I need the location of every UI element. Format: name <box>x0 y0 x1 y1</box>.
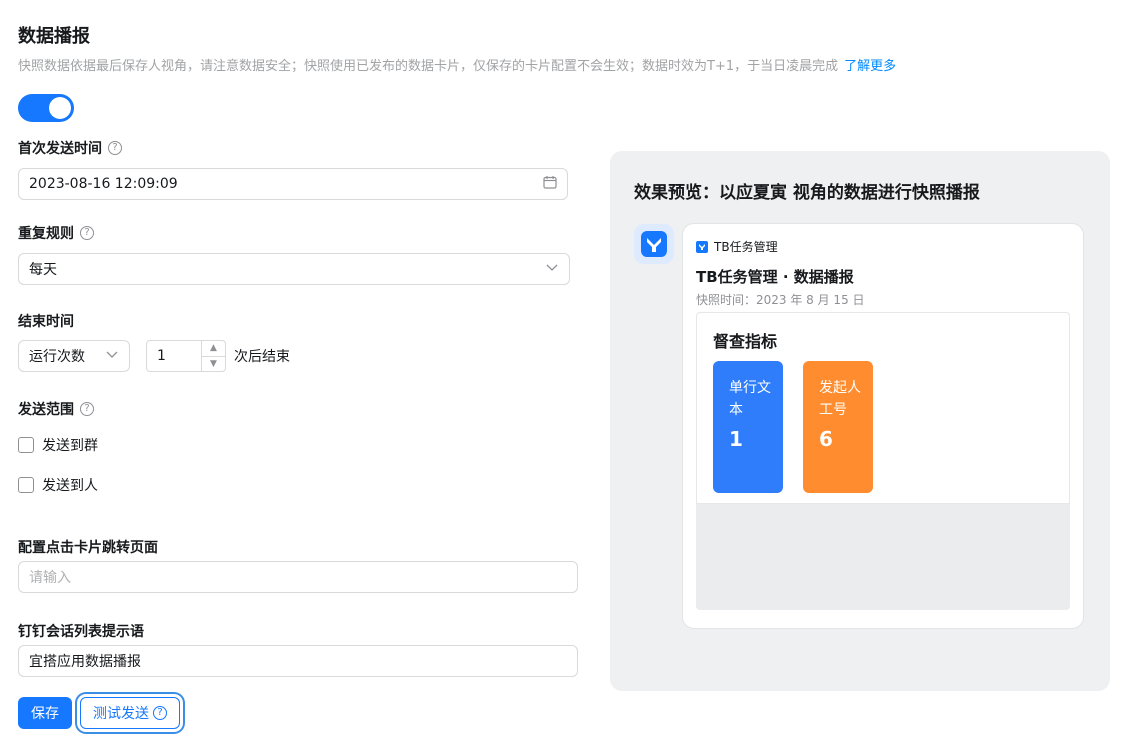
first-send-datetime-input[interactable]: 2023-08-16 12:09:09 <box>18 168 568 200</box>
learn-more-link[interactable]: 了解更多 <box>844 59 896 74</box>
app-mini-icon <box>696 240 708 253</box>
end-suffix: 次后结束 <box>234 349 290 365</box>
page-description: 快照数据依据最后保存人视角，请注意数据安全；快照使用已发布的数据卡片，仅保存的卡… <box>18 55 896 74</box>
end-label-text: 结束时间 <box>18 314 74 330</box>
hint-input[interactable]: 宜搭应用数据播报 <box>18 645 578 677</box>
help-icon[interactable]: ? <box>80 402 94 416</box>
increment-icon[interactable]: ▲ <box>202 341 225 357</box>
scope-label-text: 发送范围 <box>18 402 74 418</box>
repeat-label: 重复规则 ? <box>18 223 94 243</box>
test-send-button[interactable]: 测试发送 ? <box>80 697 180 729</box>
jump-label: 配置点击卡片跳转页面 <box>18 537 158 557</box>
metric-value: 6 <box>819 427 833 451</box>
jump-url-placeholder: 请输入 <box>29 570 71 586</box>
metric-label: 发起人工号 <box>819 380 861 418</box>
decrement-icon[interactable]: ▼ <box>202 357 225 372</box>
app-name: TB任务管理 <box>714 240 778 254</box>
preview-title: 效果预览：以应夏寅 视角的数据进行快照播报 <box>634 183 980 203</box>
card-body: 督查指标 单行文本 1 发起人工号 6 <box>696 312 1070 610</box>
scope-label: 发送范围 ? <box>18 399 94 419</box>
send-to-group-option[interactable]: 发送到群 <box>18 435 98 455</box>
first-send-label-text: 首次发送时间 <box>18 141 102 157</box>
end-label: 结束时间 <box>18 311 74 331</box>
metrics-section: 督查指标 单行文本 1 发起人工号 6 <box>696 312 1070 504</box>
hint-value: 宜搭应用数据播报 <box>29 654 141 670</box>
card-header: TB任务管理 <box>696 238 778 255</box>
app-logo-icon <box>634 224 674 264</box>
metric-tile: 单行文本 1 <box>713 361 783 493</box>
save-button[interactable]: 保存 <box>18 697 72 729</box>
hint-label-text: 钉钉会话列表提示语 <box>18 624 144 640</box>
metric-value: 1 <box>729 427 743 451</box>
test-send-label: 测试发送 <box>93 706 149 722</box>
send-to-group-label: 发送到群 <box>42 438 98 454</box>
help-icon: ? <box>153 706 167 720</box>
checkbox[interactable] <box>18 437 34 453</box>
chevron-down-icon <box>105 347 119 365</box>
broadcast-toggle[interactable] <box>18 94 74 122</box>
send-to-person-label: 发送到人 <box>42 478 98 494</box>
calendar-icon[interactable] <box>543 175 557 193</box>
repeat-label-text: 重复规则 <box>18 226 74 242</box>
jump-url-input[interactable]: 请输入 <box>18 561 578 593</box>
hint-label: 钉钉会话列表提示语 <box>18 621 144 641</box>
metric-tile: 发起人工号 6 <box>803 361 873 493</box>
preview-panel: 效果预览：以应夏寅 视角的数据进行快照播报 TB任务管理 TB任务管理 · 数据… <box>610 151 1110 691</box>
description-text: 快照数据依据最后保存人视角，请注意数据安全；快照使用已发布的数据卡片，仅保存的卡… <box>18 59 839 74</box>
repeat-select[interactable]: 每天 <box>18 253 570 285</box>
stepper-arrows: ▲ ▼ <box>201 341 225 371</box>
card-title: TB任务管理 · 数据播报 <box>696 268 854 286</box>
send-to-person-option[interactable]: 发送到人 <box>18 475 98 495</box>
preview-card: TB任务管理 TB任务管理 · 数据播报 快照时间：2023 年 8 月 15 … <box>682 223 1084 629</box>
chevron-down-icon <box>545 260 559 278</box>
run-count-value: 1 <box>157 348 166 364</box>
repeat-value: 每天 <box>29 262 57 278</box>
section-title: 督查指标 <box>713 332 778 351</box>
snapshot-time: 快照时间：2023 年 8 月 15 日 <box>696 293 865 307</box>
checkbox[interactable] <box>18 477 34 493</box>
metric-label: 单行文本 <box>729 380 771 418</box>
first-send-label: 首次发送时间 ? <box>18 138 122 158</box>
toggle-knob <box>49 97 71 119</box>
jump-label-text: 配置点击卡片跳转页面 <box>18 540 158 556</box>
run-count-stepper[interactable]: 1 ▲ ▼ <box>146 340 226 372</box>
first-send-value: 2023-08-16 12:09:09 <box>29 176 178 192</box>
end-mode-select[interactable]: 运行次数 <box>18 340 130 372</box>
help-icon[interactable]: ? <box>80 226 94 240</box>
end-mode-value: 运行次数 <box>29 349 85 365</box>
page-title: 数据播报 <box>18 26 90 47</box>
help-icon[interactable]: ? <box>108 141 122 155</box>
